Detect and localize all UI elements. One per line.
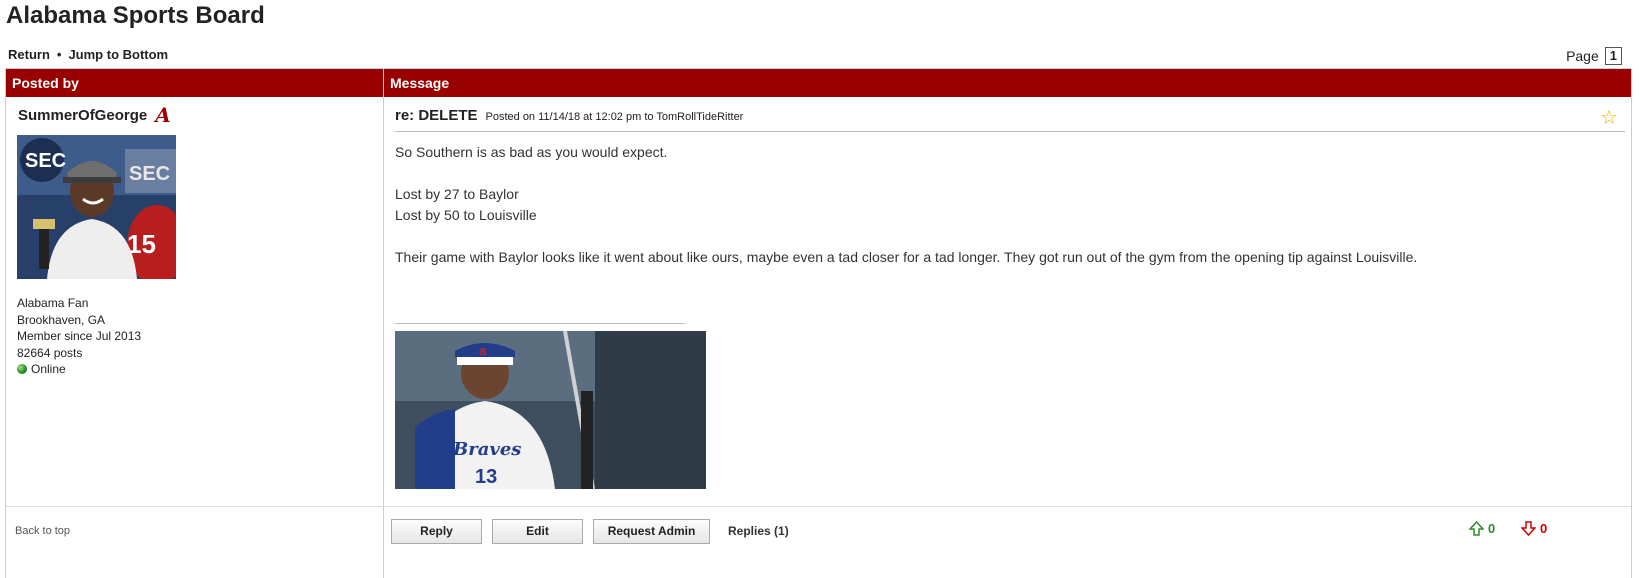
alabama-a-icon: A: [155, 103, 171, 127]
avatar-image: SEC SEC 15: [17, 135, 176, 279]
author-fan-of: Alabama Fan: [17, 296, 89, 310]
author-name[interactable]: SummerOfGeorge: [18, 107, 147, 124]
svg-text:SEC: SEC: [129, 163, 170, 185]
footer-divider: [6, 506, 1631, 507]
post-table: Posted by Message SummerOfGeorge A SEC S…: [5, 68, 1632, 578]
avatar[interactable]: SEC SEC 15: [17, 135, 176, 279]
author-location: Brookhaven, GA: [17, 312, 106, 327]
nav-separator: •: [56, 47, 62, 62]
author-post-count: 82664 posts: [17, 345, 83, 360]
post-line: Lost by 27 to Baylor: [395, 186, 519, 202]
board-title: Alabama Sports Board: [6, 2, 265, 29]
thumb-up-arrow-icon: [1469, 521, 1484, 536]
jump-to-bottom-link[interactable]: Jump to Bottom: [68, 47, 168, 62]
page-label: Page: [1566, 48, 1599, 64]
downvote-count: 0: [1540, 521, 1548, 536]
request-admin-button[interactable]: Request Admin: [593, 519, 710, 544]
author-row: SummerOfGeorge A: [18, 103, 171, 127]
posted-by-header: Posted by: [6, 69, 383, 97]
message-divider: [395, 131, 1625, 132]
post-subject: re: DELETE: [395, 107, 478, 124]
post-line: Lost by 50 to Louisville: [395, 207, 537, 223]
reply-button[interactable]: Reply: [391, 519, 482, 544]
upvote-count: 0: [1488, 521, 1496, 536]
message-header-row: re: DELETE Posted on 11/14/18 at 12:02 p…: [395, 107, 743, 124]
message-header: Message: [384, 69, 1631, 97]
post-line: So Southern is as bad as you would expec…: [395, 144, 668, 160]
top-nav: Return • Jump to Bottom: [8, 47, 168, 62]
svg-text:13: 13: [475, 466, 497, 488]
edit-button[interactable]: Edit: [492, 519, 583, 544]
author-member-since: Member since Jul 2013: [17, 329, 142, 343]
replies-link[interactable]: Replies (1): [728, 524, 789, 538]
svg-text:Braves: Braves: [452, 439, 521, 460]
post-line: Their game with Baylor looks like it wen…: [395, 249, 1418, 265]
author-status: Online: [17, 361, 141, 378]
upvote[interactable]: 0: [1469, 521, 1495, 536]
pager: Page 1: [1566, 47, 1622, 65]
back-to-top-link[interactable]: Back to top: [15, 525, 70, 537]
author-info: Alabama Fan Brookhaven, GA Member since …: [17, 295, 141, 378]
column-divider: [383, 69, 384, 578]
downvote[interactable]: 0: [1521, 521, 1547, 536]
svg-text:a: a: [479, 343, 487, 358]
author-status-text: Online: [31, 362, 66, 376]
online-status-icon: [17, 364, 27, 374]
post-meta: Posted on 11/14/18 at 12:02 pm to TomRol…: [485, 111, 744, 123]
signature-image: a Braves 13: [395, 331, 706, 489]
page-number-current[interactable]: 1: [1604, 47, 1622, 65]
return-link[interactable]: Return: [8, 47, 50, 62]
signature-photo: a Braves 13: [395, 331, 706, 489]
post-body: So Southern is as bad as you would expec…: [395, 142, 1615, 268]
thumb-down-arrow-icon: [1521, 521, 1536, 536]
signature-divider: [395, 323, 685, 324]
svg-text:SEC: SEC: [25, 150, 66, 172]
star-icon[interactable]: ☆: [1600, 105, 1618, 130]
